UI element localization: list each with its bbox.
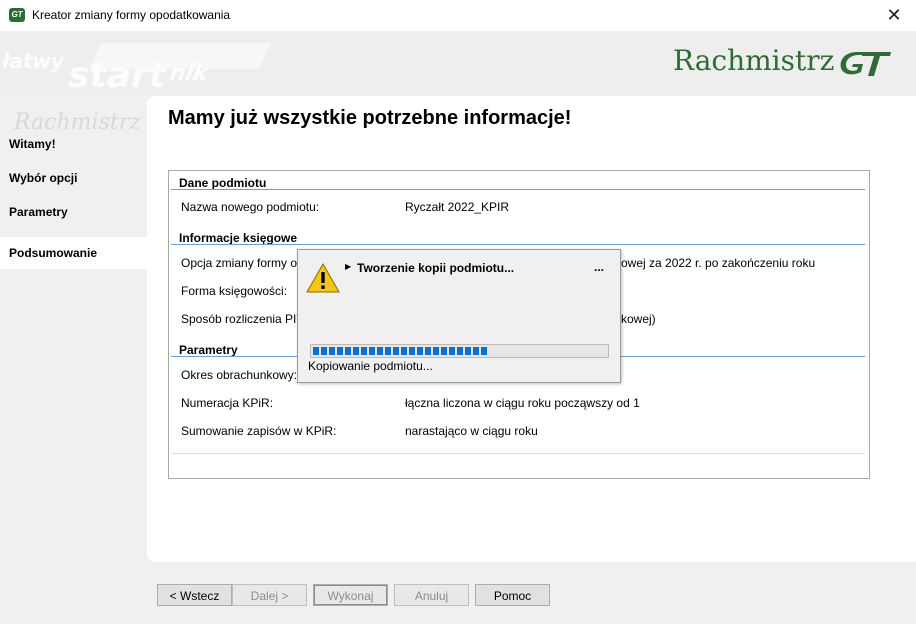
nav-step-witamy: Witamy! xyxy=(9,137,56,151)
brand-logo-text: Rachmistrz xyxy=(673,44,835,77)
banner-watermark-1: łatwy xyxy=(2,49,65,73)
row-label: Sumowanie zapisów w KPiR: xyxy=(181,424,337,438)
app-icon: GT xyxy=(9,8,25,22)
row-label: Forma księgowości: xyxy=(181,284,288,298)
wizard-steps-nav: Rachmistrz Witamy! Wybór opcji Parametry… xyxy=(0,96,147,576)
section-title-ksiegowe: Informacje księgowe xyxy=(179,231,298,245)
row-value: owej za 2022 r. po zakończeniu roku xyxy=(621,256,816,270)
progress-dialog: ▶ Tworzenie kopii podmiotu... ... Kopiow… xyxy=(297,249,621,383)
groupbox-bottom-divider xyxy=(171,453,865,454)
progress-bar-fill xyxy=(313,347,489,355)
cancel-button[interactable]: Anuluj xyxy=(394,584,469,606)
gt-logo-icon xyxy=(841,51,892,76)
row-label: Okres obrachunkowy: xyxy=(181,368,298,382)
title-bar: GT Kreator zmiany formy opodatkowania ✕ xyxy=(0,0,916,32)
next-button[interactable]: Dalej > xyxy=(232,584,307,606)
close-icon[interactable]: ✕ xyxy=(880,3,908,27)
execute-button[interactable]: Wykonaj xyxy=(313,584,388,606)
back-button[interactable]: < Wstecz xyxy=(157,584,232,606)
banner-watermark-2: start xyxy=(68,55,166,96)
section-title-dane: Dane podmiotu xyxy=(179,176,267,190)
row-value: łączna liczona w ciągu roku począwszy od… xyxy=(405,396,640,410)
row-value: narastająco w ciągu roku xyxy=(405,424,538,438)
header-banner: łatwy start nik Rachmistrz xyxy=(0,31,916,96)
warning-icon xyxy=(306,263,340,293)
row-label: Sposób rozliczenia PIT xyxy=(181,312,304,326)
nav-step-podsumowanie: Podsumowanie xyxy=(0,237,147,269)
row-value: kowej) xyxy=(621,312,656,326)
page-title: Mamy już wszystkie potrzebne informacje! xyxy=(168,107,572,129)
progress-bar xyxy=(310,344,609,358)
help-button[interactable]: Pomoc xyxy=(475,584,550,606)
row-label: Numeracja KPiR: xyxy=(181,396,274,410)
row-label: Nazwa nowego podmiotu: xyxy=(181,200,320,214)
nav-step-wybor-opcji: Wybór opcji xyxy=(9,171,78,185)
section-title-parametry: Parametry xyxy=(179,343,238,357)
window-title: Kreator zmiany formy opodatkowania xyxy=(32,8,231,22)
dialog-more: ... xyxy=(594,260,605,274)
row-label: Opcja zmiany formy op xyxy=(181,256,304,270)
nav-step-parametry: Parametry xyxy=(9,205,68,219)
brand-logo: Rachmistrz xyxy=(673,44,893,80)
banner-watermark-3: nik xyxy=(167,61,211,86)
section-divider xyxy=(171,244,865,245)
dialog-status-text: Kopiowanie podmiotu... xyxy=(308,359,433,373)
dialog-title: Tworzenie kopii podmiotu... xyxy=(357,261,515,275)
row-value: Ryczałt 2022_KPIR xyxy=(405,200,510,214)
section-divider xyxy=(171,189,865,190)
expand-caret-icon: ▶ xyxy=(345,262,352,271)
